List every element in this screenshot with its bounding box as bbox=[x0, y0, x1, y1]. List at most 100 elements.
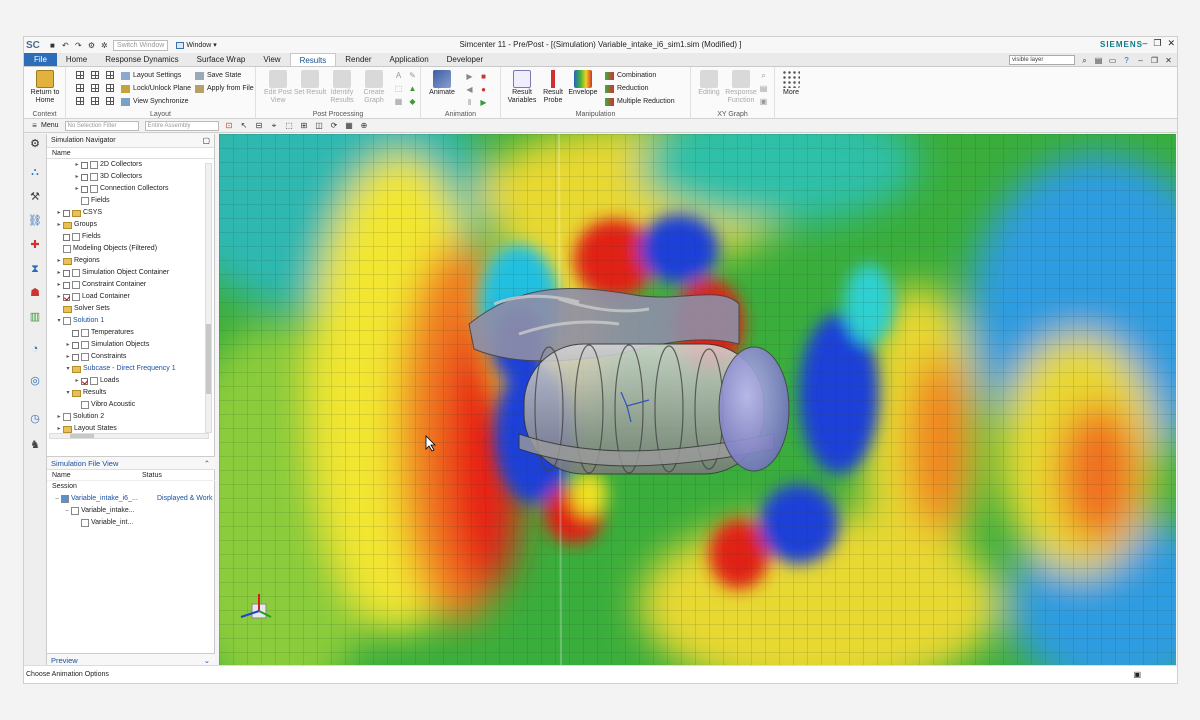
expand-icon[interactable]: ▸ bbox=[64, 351, 72, 363]
record-icon[interactable]: ● bbox=[479, 85, 488, 94]
tab-application[interactable]: Application bbox=[381, 53, 438, 66]
visibility-checkbox[interactable] bbox=[63, 209, 70, 217]
visibility-checkbox[interactable] bbox=[72, 353, 79, 361]
expand-icon[interactable]: ▸ bbox=[55, 411, 63, 423]
simulation-navigator-icon[interactable]: ⛬ bbox=[28, 165, 42, 179]
roles-icon[interactable]: ▥ bbox=[28, 310, 42, 324]
tree-node[interactable]: ▸ Simulation Object Container bbox=[47, 267, 169, 279]
layout-5-icon[interactable] bbox=[91, 84, 99, 92]
tab-developer[interactable]: Developer bbox=[438, 53, 492, 66]
file-view-header[interactable]: Simulation File View ⌃ bbox=[47, 457, 215, 470]
animate-button[interactable]: Animate bbox=[424, 70, 460, 97]
tree-node[interactable]: ▾ Subcase - Direct Frequency 1 bbox=[47, 363, 176, 375]
expand-icon[interactable]: ▸ bbox=[73, 171, 81, 183]
expand-open-icon[interactable]: – bbox=[53, 493, 61, 505]
tree-node[interactable]: Fields bbox=[47, 231, 101, 243]
stop-icon[interactable]: ■ bbox=[479, 72, 488, 81]
visibility-checkbox[interactable] bbox=[81, 161, 88, 169]
tree-node[interactable]: ▸ CSYS bbox=[47, 207, 102, 219]
gear-icon[interactable]: ✲ bbox=[100, 41, 109, 50]
response-function-button[interactable]: Response Function bbox=[723, 70, 759, 105]
filter-icon[interactable]: ⊟ bbox=[255, 121, 264, 130]
vibro-acoustic-contour-plot[interactable] bbox=[219, 134, 1176, 667]
tab-render[interactable]: Render bbox=[336, 53, 380, 66]
set-result-button[interactable]: Set Result bbox=[292, 70, 328, 97]
step-back-icon[interactable]: ◀ bbox=[465, 85, 474, 94]
graphics-viewport[interactable] bbox=[219, 134, 1176, 667]
part-navigator-icon[interactable]: ⚒ bbox=[28, 190, 42, 204]
expand-icon[interactable]: ▸ bbox=[73, 159, 81, 171]
restore-icon[interactable]: ❐ bbox=[1150, 56, 1159, 65]
tab-response-dynamics[interactable]: Response Dynamics bbox=[96, 53, 187, 66]
step-forward-icon[interactable]: ▶ bbox=[479, 98, 488, 107]
tree-node[interactable]: ▾ Solution 1 bbox=[47, 315, 104, 327]
tab-surface-wrap[interactable]: Surface Wrap bbox=[188, 53, 255, 66]
navigator-vertical-scrollbar[interactable] bbox=[205, 163, 212, 433]
view-synchronize-button[interactable]: View Synchronize bbox=[121, 96, 189, 107]
system-materials-icon[interactable]: ◎ bbox=[28, 374, 42, 388]
tree-node[interactable]: Fields bbox=[47, 195, 110, 207]
layout-7-icon[interactable] bbox=[76, 97, 84, 105]
layout-settings-button[interactable]: Layout Settings bbox=[121, 70, 181, 81]
select-icon[interactable]: ⊡ bbox=[225, 121, 234, 130]
file-view-row[interactable]: – Variable_intake_i6_... Displayed & Work bbox=[47, 493, 215, 505]
layout-3-icon[interactable] bbox=[106, 71, 114, 79]
close-icon[interactable]: ✕ bbox=[1164, 56, 1173, 65]
tab-view[interactable]: View bbox=[254, 53, 289, 66]
tree-node[interactable]: ▸ Solution 2 bbox=[47, 411, 104, 423]
menu-button[interactable]: Menu bbox=[41, 122, 59, 129]
cursor-icon[interactable]: ↖ bbox=[240, 121, 249, 130]
close-button[interactable]: ✕ bbox=[1167, 38, 1175, 49]
reuse-library-icon[interactable]: ⧗ bbox=[28, 262, 42, 276]
tab-file[interactable]: File bbox=[24, 53, 57, 66]
expand-open-icon[interactable]: ▾ bbox=[64, 387, 72, 399]
visibility-checkbox[interactable] bbox=[63, 293, 70, 301]
reduction-button[interactable]: Reduction bbox=[605, 83, 649, 94]
window-menu[interactable]: Window ▾ bbox=[176, 41, 217, 49]
chevron-up-icon[interactable]: ⌃ bbox=[204, 457, 210, 470]
expand-icon[interactable]: ▸ bbox=[55, 267, 63, 279]
tree-node[interactable]: ▸ Constraint Container bbox=[47, 279, 146, 291]
search-icon[interactable]: ⌕ bbox=[1080, 56, 1089, 65]
more-button[interactable]: More bbox=[775, 70, 807, 97]
editing-button[interactable]: Editing bbox=[691, 70, 727, 97]
tree-node[interactable]: ▸ Connection Collectors bbox=[47, 183, 168, 195]
view-icon[interactable]: ⬚ bbox=[285, 121, 294, 130]
redo-icon[interactable]: ↷ bbox=[74, 41, 83, 50]
settings-gear-icon[interactable]: ⚙ bbox=[28, 137, 42, 151]
constraint-navigator-icon[interactable]: ✚ bbox=[28, 238, 42, 252]
roles-person-icon[interactable]: ♞ bbox=[28, 438, 42, 452]
layout-6-icon[interactable] bbox=[106, 84, 114, 92]
expand-icon[interactable]: ▸ bbox=[55, 255, 63, 267]
play-icon[interactable]: ▶ bbox=[465, 72, 474, 81]
visibility-checkbox[interactable] bbox=[81, 185, 88, 193]
expand-open-icon[interactable]: ▾ bbox=[55, 315, 63, 327]
tree-node[interactable]: ▸ Simulation Objects bbox=[47, 339, 149, 351]
menu-icon[interactable]: ≡ bbox=[30, 121, 39, 130]
envelope-button[interactable]: Envelope bbox=[567, 70, 599, 97]
snap-icon[interactable]: ⌖ bbox=[270, 121, 279, 130]
status-bar-icon[interactable]: ▣ bbox=[1133, 666, 1141, 683]
tree-node[interactable]: ▸ Load Container bbox=[47, 291, 130, 303]
scroll-thumb[interactable] bbox=[206, 324, 211, 394]
tree-node[interactable]: ▸ 3D Collectors bbox=[47, 171, 142, 183]
tree-node[interactable]: Vibro Acoustic bbox=[47, 399, 135, 411]
assembly-navigator-icon[interactable]: ⛓ bbox=[28, 214, 42, 228]
minimize-button[interactable]: – bbox=[1142, 38, 1147, 49]
tree-node[interactable]: Solver Sets bbox=[47, 303, 110, 315]
tree-node[interactable]: ▸ Groups bbox=[47, 219, 97, 231]
plot-icon[interactable]: ▲ bbox=[408, 84, 417, 93]
help-icon[interactable]: ? bbox=[1122, 56, 1131, 65]
save-state-button[interactable]: Save State bbox=[195, 70, 241, 81]
layout-4-icon[interactable] bbox=[76, 84, 84, 92]
text-icon[interactable]: A bbox=[394, 71, 403, 80]
clock-icon[interactable]: ◷ bbox=[28, 412, 42, 426]
tab-home[interactable]: Home bbox=[57, 53, 96, 66]
tree-node[interactable]: ▸ Regions bbox=[47, 255, 100, 267]
visibility-checkbox[interactable] bbox=[63, 233, 70, 241]
visibility-checkbox[interactable] bbox=[63, 269, 70, 277]
file-view-row[interactable]: Variable_int... bbox=[47, 517, 215, 529]
fit-icon[interactable]: ⊞ bbox=[300, 121, 309, 130]
restore-button[interactable]: ❐ bbox=[1153, 38, 1161, 49]
visibility-checkbox[interactable] bbox=[81, 173, 88, 181]
